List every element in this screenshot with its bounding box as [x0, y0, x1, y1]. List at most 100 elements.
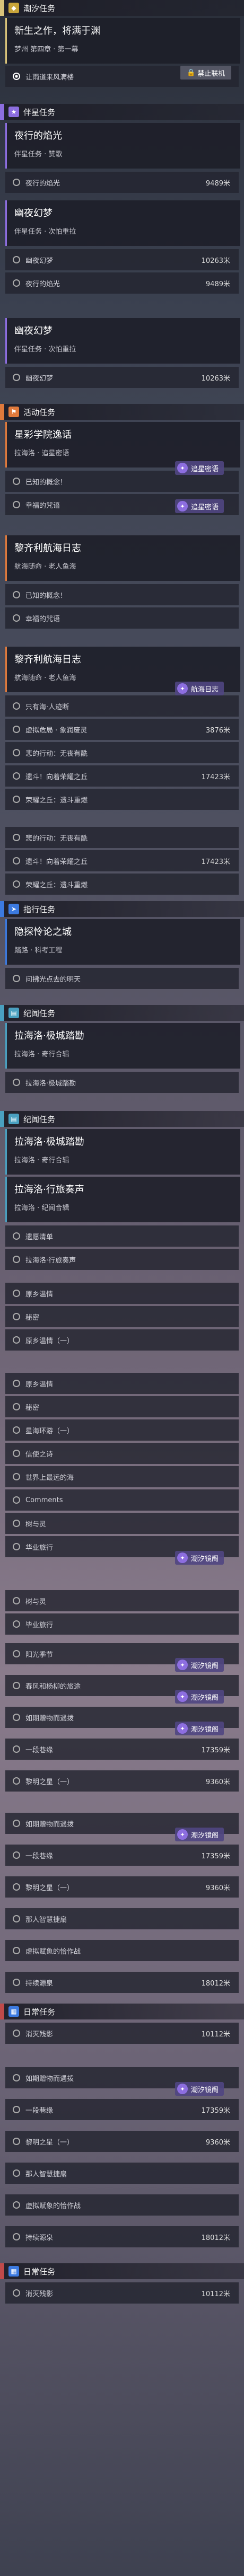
step-label: 虚拟危局 · 象润废灵 [25, 726, 88, 735]
step-radio-icon [13, 2030, 20, 2037]
quest-card-main[interactable]: 新生之作，将满于渊 梦州 第四章 · 第一幕 [5, 18, 240, 64]
section-header-huodong[interactable]: ⚑ 活动任务 [0, 404, 244, 420]
step-label: 持续源泉 [25, 2234, 54, 2242]
quest-step[interactable]: 幽夜幻梦 10263米 [5, 367, 239, 388]
quest-step[interactable]: 拉海洛·行旅奏声 [5, 1249, 239, 1270]
step-label: 夜行的焰光 [25, 179, 60, 188]
quest-step[interactable]: 已知的概念！ [5, 584, 239, 605]
quest-step[interactable]: 消灭残影 10112米 [5, 2282, 239, 2304]
quest-card[interactable]: 隐探怜论之城 踏路 · 科考工程 [5, 919, 240, 965]
quest-step[interactable]: 拉海洛·极城踏勘 [5, 1072, 239, 1093]
quest-step[interactable]: 遗愿清单 [5, 1225, 239, 1247]
step-radio-icon [13, 1079, 20, 1086]
quest-step[interactable]: 一段巷缘 17359米 [5, 1845, 239, 1866]
step-radio-icon [13, 1256, 20, 1263]
step-radio-icon [13, 1426, 20, 1434]
section-header-jiwen[interactable]: ▤ 纪闻任务 [0, 1005, 244, 1021]
step-radio-icon [13, 796, 20, 803]
quest-step[interactable]: 一段巷缘 17359米 [5, 1739, 239, 1760]
quest-step[interactable]: 只有海·人迹断 [5, 695, 239, 717]
quest-step[interactable]: 原乡温情 [5, 1283, 239, 1304]
calendar-icon: ▦ [8, 2006, 19, 2017]
quest-step[interactable]: 幸福的咒语 [5, 607, 239, 629]
step-radio-icon [13, 1745, 20, 1753]
quest-step[interactable]: 遗斗！向着荣耀之丘 17423米 [5, 765, 239, 787]
step-label: 幽夜幻梦 [25, 374, 54, 383]
tag-label: 追星密语 [191, 465, 219, 473]
section-header-chaoxi[interactable]: ◆ 潮汐任务 [0, 0, 244, 16]
quest-step[interactable]: 消灭残影 10112米 [5, 2023, 239, 2044]
quest-title: 拉海洛·行旅奏声 [14, 1184, 84, 1195]
quest-step[interactable]: 幽夜幻梦 10263米 [5, 249, 239, 270]
tag-badge: ✦ 潮汐镜阁 [175, 1722, 224, 1735]
quest-step[interactable]: 问拂光点去的明天 [5, 968, 239, 989]
quest-card[interactable]: 黎齐利航海日志 航海随命 · 老人鱼海 [5, 535, 240, 581]
quest-step[interactable]: 黎明之星（一） 9360米 [5, 2131, 239, 2152]
section-header-banxing[interactable]: ★ 伴星任务 [0, 104, 244, 120]
step-label: 已知的概念！ [25, 592, 67, 600]
step-radio-icon [13, 1979, 20, 1986]
quest-step[interactable]: Comments [5, 1489, 239, 1511]
step-radio-icon [13, 1313, 20, 1320]
quest-step[interactable]: 荣耀之丘：遗斗重燃 [5, 874, 239, 895]
quest-subtitle: 拉海洛 · 追星密语 [14, 449, 69, 457]
quest-card[interactable]: 拉海洛·极城踏勘 拉海洛 · 奇行合辑 [5, 1129, 240, 1175]
quest-step[interactable]: 悲的行动：无丧有酰 [5, 827, 239, 848]
event-icon: ⚑ [8, 407, 19, 417]
quest-step[interactable]: 荣耀之丘：遗斗重燃 [5, 789, 239, 810]
section-header-richang[interactable]: ▦ 日常任务 [0, 2004, 244, 2019]
quest-card[interactable]: 拉海洛·极城踏勘 拉海洛 · 奇行合辑 [5, 1023, 240, 1069]
quest-step[interactable]: 黎明之星（一） 9360米 [5, 1770, 239, 1792]
quest-step[interactable]: 树与灵 [5, 1590, 239, 1611]
step-label: 如期赠物而遇拨 [25, 2075, 74, 2083]
quest-step[interactable]: 树与灵 [5, 1513, 239, 1534]
quest-title: 幽夜幻梦 [14, 325, 53, 337]
quest-step[interactable]: 夜行的焰光 9489米 [5, 272, 239, 294]
tag-badge: ✦ 潮汐镜阁 [175, 1551, 224, 1565]
quest-step[interactable]: 持续源泉 18012米 [5, 2226, 239, 2247]
step-label: 那人智慧捷扇 [25, 1916, 67, 1924]
quest-card[interactable]: 夜行的焰光 伴星任务 · 赞歌 [5, 123, 240, 169]
quest-step[interactable]: 遗斗！向着荣耀之丘 17423米 [5, 850, 239, 871]
step-radio-icon [13, 374, 20, 381]
quest-step[interactable]: 秘密 [5, 1396, 239, 1417]
quest-step[interactable]: 那人智慧捷扇 [5, 1908, 239, 1929]
step-radio-icon [13, 1777, 20, 1785]
quest-step[interactable]: 毕业旅行 [5, 1613, 239, 1635]
quest-step[interactable]: 夜行的焰光 9489米 [5, 172, 239, 193]
step-radio-icon [13, 1650, 20, 1657]
step-label: 只有海·人迹断 [25, 703, 69, 711]
step-distance: 9489米 [205, 179, 230, 188]
section-title: 日常任务 [23, 2266, 56, 2277]
quest-step[interactable]: 持续源泉 18012米 [5, 1972, 239, 1993]
quest-step[interactable]: 原乡温情（一） [5, 1329, 239, 1351]
quest-step[interactable]: 世界上最远的海 [5, 1466, 239, 1487]
step-distance: 17359米 [201, 2106, 230, 2115]
quest-card[interactable]: 幽夜幻梦 伴星任务 · 次怕重拉 [5, 318, 240, 364]
quest-title: 拉海洛·极城踏勘 [14, 1030, 84, 1042]
section-header-zhixing[interactable]: ➤ 指行任务 [0, 901, 244, 917]
quest-step[interactable]: 那人智慧捷扇 [5, 2163, 239, 2184]
step-label: 黎明之星（一） [25, 1778, 74, 1786]
step-radio-icon [13, 478, 20, 485]
section-header-jiwen[interactable]: ▤ 纪闻任务 [0, 1111, 244, 1127]
section-header-richang[interactable]: ▦ 日常任务 [0, 2263, 244, 2279]
quest-step[interactable]: 虚拟赋象的恰作战 [5, 2194, 239, 2216]
quest-step[interactable]: 秘密 [5, 1306, 239, 1327]
quest-step[interactable]: 星海环游（一） [5, 1419, 239, 1441]
quest-step[interactable]: 原乡温情 [5, 1373, 239, 1394]
quest-card[interactable]: 幽夜幻梦 伴星任务 · 次怕重拉 [5, 200, 240, 246]
step-distance: 17423米 [201, 858, 230, 866]
section-title: 指行任务 [23, 904, 56, 914]
quest-step[interactable]: 虚拟危局 · 象润废灵 3876米 [5, 719, 239, 740]
quest-step[interactable]: 信使之诗 [5, 1443, 239, 1464]
quest-step[interactable]: 黎明之星（一） 9360米 [5, 1876, 239, 1898]
quest-step[interactable]: 悲的行动：无丧有酰 [5, 742, 239, 763]
quest-step[interactable]: 虚拟赋象的恰作战 [5, 1940, 239, 1961]
quest-step[interactable]: 一段巷缘 17359米 [5, 2099, 239, 2120]
quest-card[interactable]: 拉海洛·行旅奏声 拉海洛 · 纪闻合辑 [5, 1177, 240, 1222]
tag-icon: ✦ [177, 1723, 188, 1734]
step-label: 信使之诗 [25, 1450, 54, 1459]
forbid-coop-button[interactable]: 🔒 禁止联机 [180, 66, 232, 80]
tag-icon: ✦ [177, 1691, 188, 1702]
